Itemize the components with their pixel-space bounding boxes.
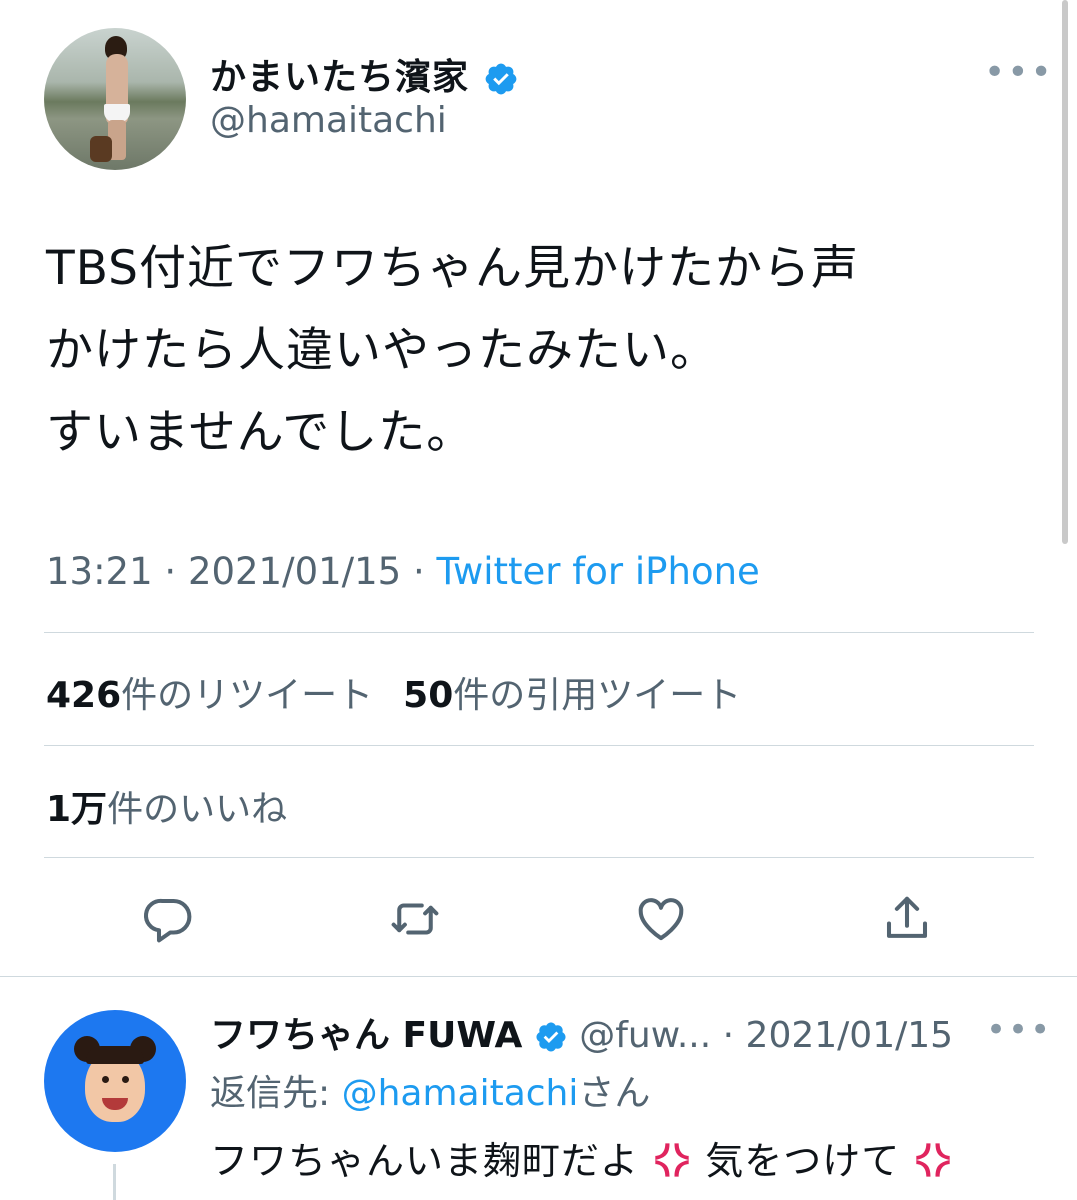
reply-author-avatar[interactable] — [44, 1010, 186, 1152]
reply-icon[interactable] — [141, 892, 195, 946]
verified-badge-icon — [536, 1022, 566, 1052]
reply-author-handle[interactable]: @fuw... — [579, 1015, 711, 1056]
meta-separator: · — [412, 550, 425, 593]
tweet-text-line: すいませんでした。 — [46, 405, 475, 460]
meta-separator: · — [722, 1015, 735, 1056]
quotes-count: 50 — [403, 675, 454, 716]
author-handle[interactable]: @hamaitachi — [210, 100, 447, 141]
quotes-label: 件の引用ツイート — [453, 675, 742, 716]
reply-header: フワちゃん FUWA @fuw... · 2021/01/15 — [210, 1006, 953, 1058]
likes-count: 1万 — [46, 789, 108, 830]
divider — [0, 976, 1077, 977]
anger-symbol-icon — [655, 1143, 689, 1177]
share-icon[interactable] — [880, 892, 934, 946]
tweet-date[interactable]: 2021/01/15 — [188, 550, 401, 593]
reply-to-label: 返信先: — [210, 1073, 342, 1114]
reply-text: フワちゃんいま麹町だよ 気をつけて — [210, 1130, 953, 1185]
reply-to-suffix: さん — [578, 1073, 651, 1114]
divider — [44, 857, 1034, 858]
reply-to-line: 返信先: @hamaitachiさん — [210, 1064, 650, 1116]
retweets-count: 426 — [46, 675, 122, 716]
tweet-time[interactable]: 13:21 — [46, 550, 153, 593]
stats-row: 426件のリツイート 50件の引用ツイート — [46, 666, 741, 718]
reply-date[interactable]: 2021/01/15 — [746, 1015, 954, 1056]
reply-text-part: 気をつけて — [705, 1139, 901, 1183]
retweets-label: 件のリツイート — [121, 675, 374, 716]
more-horizontal-icon[interactable]: ••• — [986, 1010, 1052, 1050]
author-avatar[interactable] — [44, 28, 186, 170]
likes-stat[interactable]: 1万件のいいね — [46, 780, 287, 832]
like-icon[interactable] — [634, 892, 688, 946]
more-horizontal-icon[interactable]: ••• — [984, 52, 1054, 93]
thread-line — [113, 1164, 116, 1200]
scrollbar[interactable] — [1062, 0, 1068, 544]
anger-symbol-icon — [916, 1143, 950, 1177]
author-name-row[interactable]: かまいたち濱家 — [210, 48, 519, 100]
tweet-text: TBS付近でフワちゃん見かけたから声 かけたら人違いやったみたい。 すいませんで… — [46, 228, 1046, 474]
quotes-stat[interactable]: 50件の引用ツイート — [403, 675, 741, 716]
retweet-icon[interactable] — [388, 892, 442, 946]
retweets-stat[interactable]: 426件のリツイート — [46, 675, 373, 716]
reply-text-part: フワちゃんいま麹町だよ — [210, 1139, 640, 1183]
tweet-text-line: TBS付近でフワちゃん見かけたから声 — [46, 241, 859, 296]
reply-to-mention[interactable]: @hamaitachi — [342, 1073, 579, 1114]
meta-separator: · — [164, 550, 177, 593]
divider — [44, 632, 1034, 633]
tweet-text-line: かけたら人違いやったみたい。 — [46, 323, 718, 378]
tweet-source-link[interactable]: Twitter for iPhone — [437, 550, 760, 593]
divider — [44, 745, 1034, 746]
likes-label: 件のいいね — [107, 789, 288, 830]
reply-author-name[interactable]: フワちゃん FUWA — [210, 1015, 522, 1056]
tweet-meta: 13:21 · 2021/01/15 · Twitter for iPhone — [46, 550, 760, 593]
verified-badge-icon — [485, 63, 516, 95]
author-name[interactable]: かまいたち濱家 — [210, 57, 469, 98]
